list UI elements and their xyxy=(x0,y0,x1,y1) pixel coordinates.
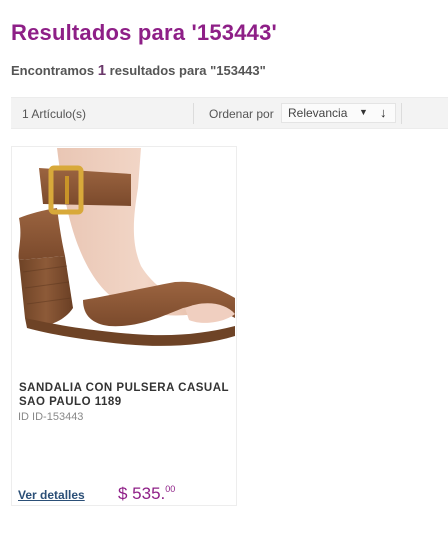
results-summary: Encontramos 1 resultados para "153443" xyxy=(11,62,266,79)
sort-selected-value: Relevancia xyxy=(288,106,348,120)
results-count: 1 xyxy=(97,62,107,79)
summary-prefix: Encontramos xyxy=(11,63,95,78)
sort-select[interactable]: Relevancia ▼ ↓ xyxy=(281,103,396,123)
details-link[interactable]: Ver detalles xyxy=(18,488,85,502)
chevron-down-icon: ▼ xyxy=(359,107,368,117)
sort-label: Ordenar por xyxy=(209,107,274,121)
toolbar-divider xyxy=(401,103,402,124)
arrow-down-icon[interactable]: ↓ xyxy=(380,105,387,120)
sandal-image[interactable] xyxy=(13,148,235,372)
product-price: $ 535.00 xyxy=(118,484,175,504)
product-name[interactable]: SANDALIA CON PULSERA CASUAL SAO PAULO 11… xyxy=(19,381,231,409)
article-count: 1 Artículo(s) xyxy=(22,107,87,121)
summary-suffix: resultados para "153443" xyxy=(109,63,266,78)
results-toolbar: 1 Artículo(s) Ordenar por Relevancia ▼ ↓ xyxy=(11,97,448,129)
product-id: ID ID-153443 xyxy=(18,411,84,423)
page-title: Resultados para '153443' xyxy=(11,20,277,45)
toolbar-divider xyxy=(193,103,194,124)
price-cents: 00 xyxy=(165,484,176,494)
price-main: $ 535. xyxy=(118,484,166,503)
product-card[interactable]: SANDALIA CON PULSERA CASUAL SAO PAULO 11… xyxy=(11,146,237,506)
